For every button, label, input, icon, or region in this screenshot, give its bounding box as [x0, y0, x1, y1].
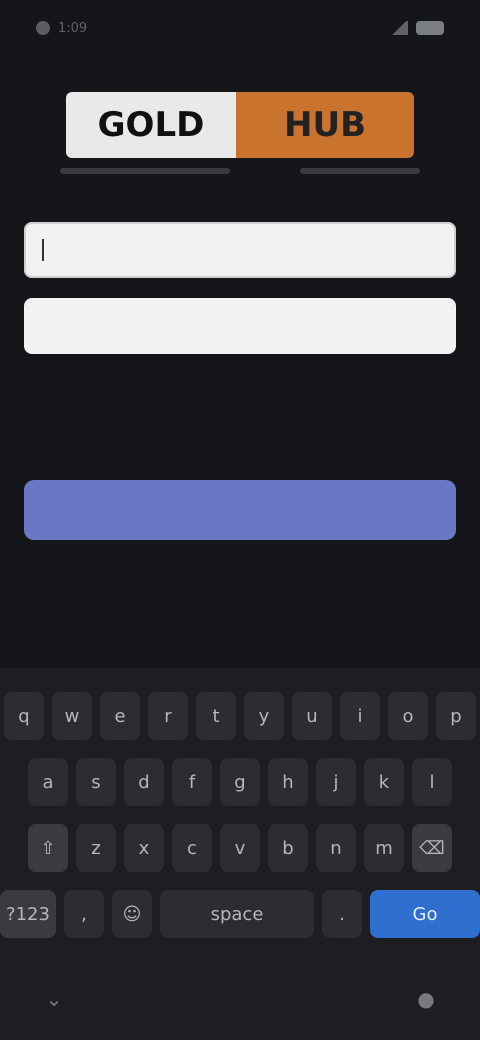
key-p[interactable]: p — [436, 692, 476, 740]
key-k[interactable]: k — [364, 758, 404, 806]
login-button[interactable] — [24, 480, 456, 540]
key-n[interactable]: n — [316, 824, 356, 872]
password-field[interactable] — [24, 298, 456, 354]
key-o[interactable]: o — [388, 692, 428, 740]
app-logo: GOLD HUB — [66, 92, 414, 158]
key-emoji[interactable]: ☺ — [112, 890, 152, 938]
key-f[interactable]: f — [172, 758, 212, 806]
username-field[interactable] — [24, 222, 456, 278]
tagline-right — [300, 168, 420, 174]
key-a[interactable]: a — [28, 758, 68, 806]
mic-icon[interactable]: ● — [408, 981, 444, 1017]
key-backspace[interactable]: ⌫ — [412, 824, 452, 872]
text-cursor — [42, 239, 44, 261]
status-left: 1:09 — [36, 21, 87, 36]
tagline — [60, 160, 420, 182]
system-nav-bar: ⌄ ● — [0, 958, 480, 1040]
key-r[interactable]: r — [148, 692, 188, 740]
tagline-left — [60, 168, 230, 174]
key-i[interactable]: i — [340, 692, 380, 740]
logo-left-text: GOLD — [66, 92, 236, 158]
status-right — [390, 21, 444, 35]
status-bar: 1:09 — [0, 0, 480, 56]
key-c[interactable]: c — [172, 824, 212, 872]
key-d[interactable]: d — [124, 758, 164, 806]
key-symbols[interactable]: ?123 — [0, 890, 56, 938]
key-z[interactable]: z — [76, 824, 116, 872]
key-period[interactable]: . — [322, 890, 362, 938]
key-w[interactable]: w — [52, 692, 92, 740]
logo-right-text: HUB — [236, 92, 414, 158]
key-q[interactable]: q — [4, 692, 44, 740]
username-input[interactable] — [51, 239, 438, 261]
key-y[interactable]: y — [244, 692, 284, 740]
notification-icon — [36, 21, 50, 35]
keyboard-row-1: q w e r t y u i o p — [0, 692, 480, 740]
key-shift[interactable]: ⇧ — [28, 824, 68, 872]
key-s[interactable]: s — [76, 758, 116, 806]
key-t[interactable]: t — [196, 692, 236, 740]
signal-icon — [390, 21, 408, 35]
key-h[interactable]: h — [268, 758, 308, 806]
key-go[interactable]: Go — [370, 890, 480, 938]
key-b[interactable]: b — [268, 824, 308, 872]
key-v[interactable]: v — [220, 824, 260, 872]
battery-icon — [416, 21, 444, 35]
key-space[interactable]: space — [160, 890, 314, 938]
key-j[interactable]: j — [316, 758, 356, 806]
status-time: 1:09 — [58, 20, 88, 36]
key-x[interactable]: x — [124, 824, 164, 872]
keyboard-down-icon[interactable]: ⌄ — [36, 981, 72, 1017]
keyboard-row-4: ?123 , ☺ space . Go — [0, 890, 480, 938]
key-e[interactable]: e — [100, 692, 140, 740]
key-m[interactable]: m — [364, 824, 404, 872]
key-g[interactable]: g — [220, 758, 260, 806]
key-u[interactable]: u — [292, 692, 332, 740]
password-input[interactable] — [42, 315, 438, 337]
keyboard-row-2: a s d f g h j k l — [0, 758, 480, 806]
key-comma[interactable]: , — [64, 890, 104, 938]
keyboard-row-3: ⇧ z x c v b n m ⌫ — [0, 824, 480, 872]
key-l[interactable]: l — [412, 758, 452, 806]
